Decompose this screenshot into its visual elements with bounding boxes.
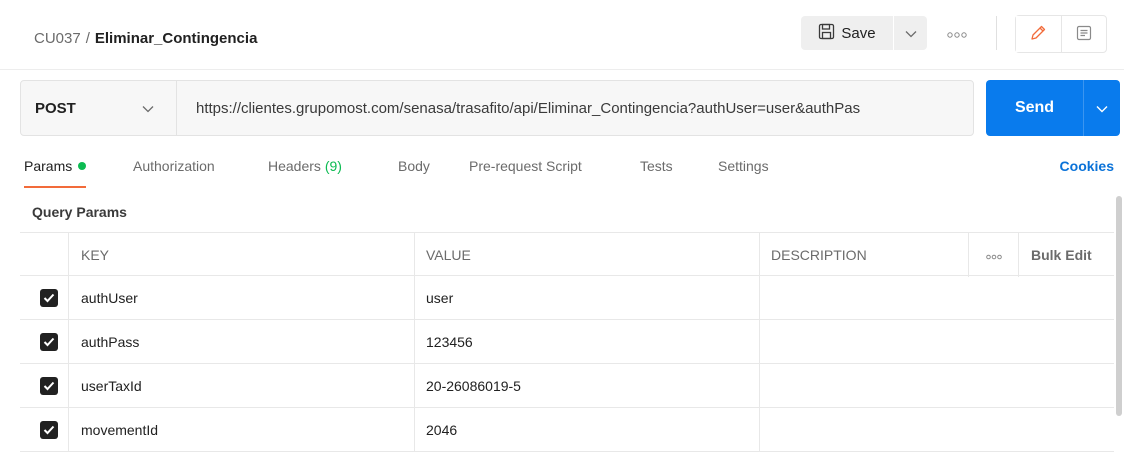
breadcrumb-collection[interactable]: CU037 — [34, 30, 81, 47]
headers-count: (9) — [324, 158, 342, 174]
tab-settings[interactable]: Settings — [718, 158, 769, 174]
save-icon — [818, 23, 835, 44]
table-row: movementId 2046 — [20, 408, 1114, 452]
checkbox-checked-icon — [40, 289, 58, 307]
param-enabled-checkbox[interactable] — [40, 320, 58, 364]
table-row: authUser user — [20, 276, 1114, 320]
send-options-button[interactable] — [1084, 80, 1120, 136]
header-divider — [996, 16, 997, 50]
chevron-down-icon — [142, 100, 154, 116]
vertical-scrollbar[interactable] — [1116, 196, 1122, 416]
param-description[interactable] — [771, 320, 1111, 364]
save-button[interactable]: Save — [801, 16, 894, 50]
tab-headers[interactable]: Headers (9) — [268, 158, 342, 174]
param-description[interactable] — [771, 276, 1111, 320]
param-key[interactable]: userTaxId — [81, 364, 142, 408]
edit-mode-button[interactable] — [1016, 16, 1062, 52]
send-button[interactable]: Send — [986, 80, 1084, 136]
column-divider — [68, 364, 69, 408]
column-divider — [759, 364, 760, 408]
column-divider — [414, 233, 415, 277]
save-label: Save — [841, 24, 876, 42]
column-header-description: DESCRIPTION — [771, 247, 867, 263]
checkbox-checked-icon — [40, 421, 58, 439]
tab-authorization[interactable]: Authorization — [133, 158, 215, 174]
tab-params[interactable]: Params — [24, 158, 87, 174]
more-horizontal-icon — [986, 247, 1002, 263]
column-header-key: KEY — [81, 247, 110, 263]
request-header: CU037/ Eliminar_Contingencia Save — [0, 0, 1124, 70]
column-divider — [759, 233, 760, 277]
param-enabled-checkbox[interactable] — [40, 408, 58, 452]
active-tab-indicator — [24, 186, 86, 188]
tab-body[interactable]: Body — [398, 158, 430, 174]
param-enabled-checkbox[interactable] — [40, 276, 58, 320]
tab-headers-label: Headers — [268, 158, 321, 174]
param-value[interactable]: 20-26086019-5 — [426, 364, 521, 408]
column-divider — [414, 408, 415, 452]
breadcrumb-request-name[interactable]: Eliminar_Contingencia — [95, 30, 258, 47]
breadcrumb: CU037/ Eliminar_Contingencia — [34, 30, 257, 47]
bulk-edit-button[interactable]: Bulk Edit — [1031, 233, 1092, 277]
param-key[interactable]: movementId — [81, 408, 158, 452]
url-input[interactable]: https://clientes.grupomost.com/senasa/tr… — [177, 81, 973, 135]
method-label: POST — [35, 99, 76, 117]
documentation-icon — [1076, 25, 1092, 44]
table-row: userTaxId 20-26086019-5 — [20, 364, 1114, 408]
param-key[interactable]: authUser — [81, 276, 138, 320]
breadcrumb-separator: / — [85, 30, 90, 47]
column-divider — [759, 320, 760, 364]
column-header-value: VALUE — [426, 247, 471, 263]
tab-params-label: Params — [24, 158, 73, 174]
column-divider — [414, 276, 415, 320]
param-value[interactable]: 2046 — [426, 408, 457, 452]
checkbox-checked-icon — [40, 377, 58, 395]
column-divider — [68, 408, 69, 452]
column-divider — [1018, 233, 1019, 277]
save-button-group: Save — [801, 16, 927, 50]
column-divider — [68, 276, 69, 320]
column-divider — [414, 320, 415, 364]
request-tabs: Params Authorization Headers (9) Body Pr… — [0, 152, 1124, 192]
checkbox-checked-icon — [40, 333, 58, 351]
tab-tests[interactable]: Tests — [640, 158, 673, 174]
table-row: authPass 123456 — [20, 320, 1114, 364]
pencil-icon — [1029, 24, 1047, 45]
param-description[interactable] — [771, 364, 1111, 408]
column-divider — [968, 233, 969, 277]
save-options-button[interactable] — [894, 16, 927, 50]
column-options-button[interactable] — [977, 233, 1011, 277]
param-enabled-checkbox[interactable] — [40, 364, 58, 408]
param-description[interactable] — [771, 408, 1111, 452]
column-divider — [68, 320, 69, 364]
table-header-row: KEY VALUE DESCRIPTION Bulk Edit — [20, 232, 1114, 277]
params-active-dot — [78, 162, 87, 170]
param-value[interactable]: 123456 — [426, 320, 473, 364]
url-bar: POST https://clientes.grupomost.com/sena… — [20, 80, 974, 136]
view-mode-toggle — [1015, 15, 1107, 53]
method-select[interactable]: POST — [21, 81, 177, 135]
send-button-group: Send — [986, 80, 1120, 136]
column-divider — [759, 276, 760, 320]
documentation-button[interactable] — [1062, 16, 1107, 52]
chevron-down-icon — [1096, 100, 1108, 116]
column-divider — [759, 408, 760, 452]
column-divider — [414, 364, 415, 408]
tab-prerequest-script[interactable]: Pre-request Script — [469, 158, 582, 174]
param-key[interactable]: authPass — [81, 320, 139, 364]
cookies-link[interactable]: Cookies — [1060, 158, 1114, 174]
param-value[interactable]: user — [426, 276, 453, 320]
column-divider — [68, 233, 69, 277]
more-actions-button[interactable] — [945, 26, 969, 40]
chevron-down-icon — [905, 25, 917, 41]
more-horizontal-icon — [947, 25, 967, 41]
query-params-title: Query Params — [32, 204, 127, 220]
